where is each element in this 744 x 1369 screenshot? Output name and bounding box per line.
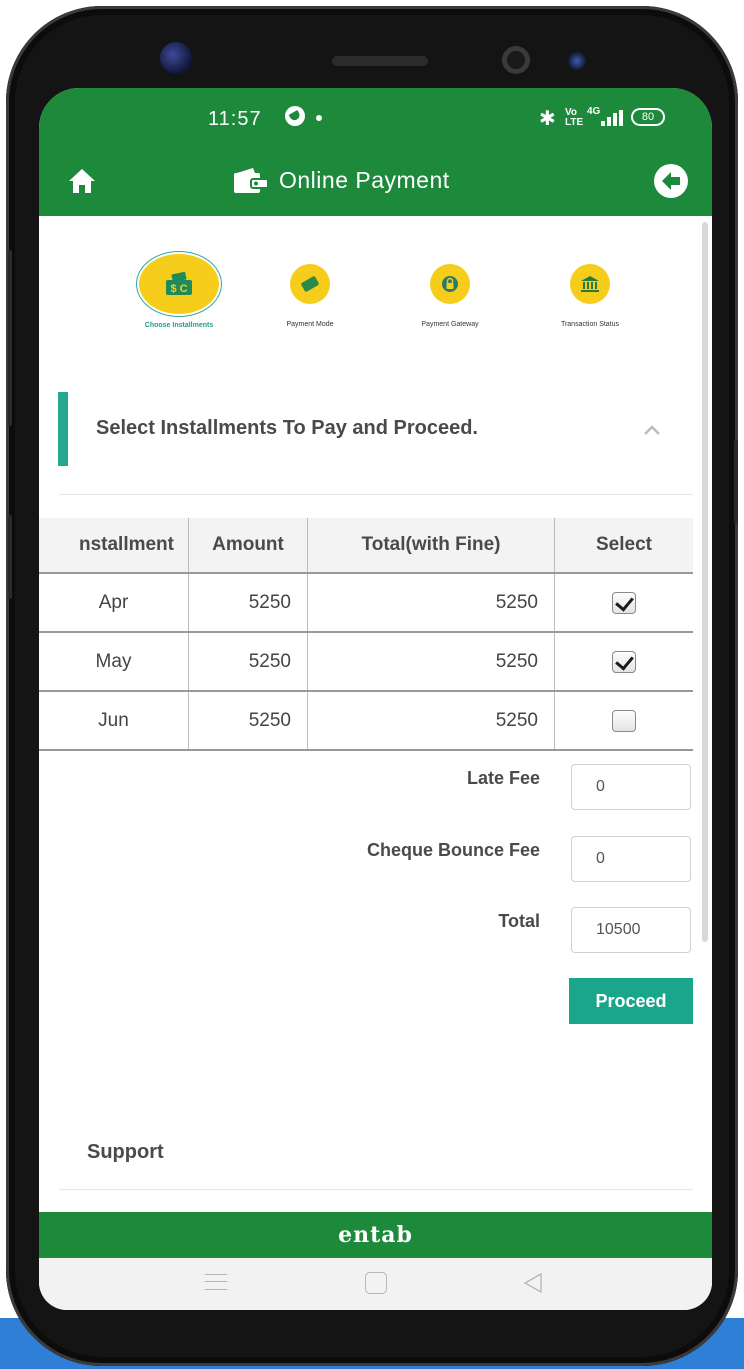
- installment-amount: 5250: [189, 633, 308, 690]
- home-icon[interactable]: [67, 166, 97, 196]
- step-transaction-status[interactable]: Transaction Status: [545, 264, 635, 328]
- select-cell: [555, 574, 693, 631]
- signal-strength-icon: [601, 110, 623, 126]
- nav-back-icon[interactable]: [521, 1271, 545, 1295]
- support-heading[interactable]: Support: [87, 1141, 164, 1164]
- installment-amount: 5250: [189, 574, 308, 631]
- svg-text:$ C: $ C: [170, 283, 187, 295]
- step-payment-mode[interactable]: Payment Mode: [265, 264, 355, 328]
- installment-amount: 5250: [189, 692, 308, 749]
- late-fee-field[interactable]: 0: [571, 764, 691, 810]
- table-header-row: nstallment Amount Total(with Fine) Selec…: [39, 518, 693, 574]
- step-choose-installments[interactable]: $ C Choose Installments: [127, 254, 231, 329]
- installment-checkbox[interactable]: [612, 709, 636, 732]
- side-button-volume: [8, 250, 12, 426]
- installment-checkbox[interactable]: [612, 650, 636, 673]
- phone-screen: 11:57 ✱ Vo LTE 4G 80 Online Payment $ C …: [39, 88, 712, 1310]
- lock-icon: [430, 264, 470, 304]
- installment-checkbox[interactable]: [612, 591, 636, 614]
- step-label: Payment Gateway: [421, 321, 479, 328]
- support-divider: [59, 1189, 693, 1190]
- battery-icon: 80: [631, 108, 665, 126]
- column-header-amount: Amount: [189, 518, 308, 572]
- volte-indicator: Vo LTE: [565, 107, 584, 128]
- page-title: Online Payment: [279, 167, 450, 193]
- proximity-sensor: [502, 46, 530, 74]
- back-arrow-icon[interactable]: [653, 163, 689, 199]
- recent-apps-icon[interactable]: [205, 1274, 227, 1290]
- side-button-power: [734, 440, 738, 524]
- step-payment-gateway[interactable]: Payment Gateway: [405, 264, 495, 328]
- status-bar: 11:57 ✱ Vo LTE 4G 80: [39, 88, 712, 152]
- installment-month: Apr: [39, 574, 189, 631]
- money-icon: $ C: [139, 254, 219, 314]
- installment-total: 5250: [308, 633, 555, 690]
- column-header-select: Select: [596, 534, 652, 555]
- installment-total: 5250: [308, 692, 555, 749]
- proceed-button[interactable]: Proceed: [569, 978, 693, 1024]
- scrollbar[interactable]: [702, 222, 708, 942]
- table-row: Apr 5250 5250: [39, 574, 693, 633]
- network-type: 4G: [587, 106, 601, 117]
- status-time: 11:57: [208, 108, 262, 130]
- card-icon: [290, 264, 330, 304]
- table-row: Jun 5250 5250: [39, 692, 693, 751]
- late-fee-label: Late Fee: [466, 768, 540, 788]
- call-indicator-icon: [285, 106, 305, 126]
- wallet-icon: [234, 168, 269, 193]
- chevron-up-icon[interactable]: [643, 424, 661, 436]
- section-accent-bar: [58, 392, 68, 466]
- table-row: May 5250 5250: [39, 633, 693, 692]
- section-divider: [59, 494, 693, 495]
- installment-total: 5250: [308, 574, 555, 631]
- iris-sensor: [568, 52, 586, 70]
- earpiece-speaker: [332, 56, 428, 66]
- installment-month: May: [39, 633, 189, 690]
- front-camera: [160, 42, 192, 74]
- home-button-icon[interactable]: [365, 1272, 387, 1294]
- select-cell: [555, 633, 693, 690]
- column-header-total: Total(with Fine): [308, 518, 555, 572]
- bank-icon: [570, 264, 610, 304]
- notification-dot-icon: [316, 115, 322, 121]
- cheque-bounce-fee-label: Cheque Bounce Fee: [366, 840, 540, 860]
- footer-brand: entab: [39, 1212, 712, 1258]
- step-label: Transaction Status: [560, 321, 620, 328]
- column-header-installment: nstallment: [39, 518, 189, 572]
- cheque-bounce-fee-field[interactable]: 0: [571, 836, 691, 882]
- navigation-bar: [39, 1258, 712, 1310]
- step-label: Choose Installments: [144, 322, 214, 329]
- side-button-bixby: [8, 515, 12, 599]
- total-field[interactable]: 10500: [571, 907, 691, 953]
- bluetooth-icon: ✱: [539, 108, 556, 130]
- installment-month: Jun: [39, 692, 189, 749]
- step-label: Payment Mode: [286, 321, 334, 328]
- select-cell: [555, 692, 693, 749]
- section-title: Select Installments To Pay and Proceed.: [96, 417, 478, 439]
- app-header: Online Payment: [39, 152, 712, 216]
- total-label: Total: [498, 911, 540, 931]
